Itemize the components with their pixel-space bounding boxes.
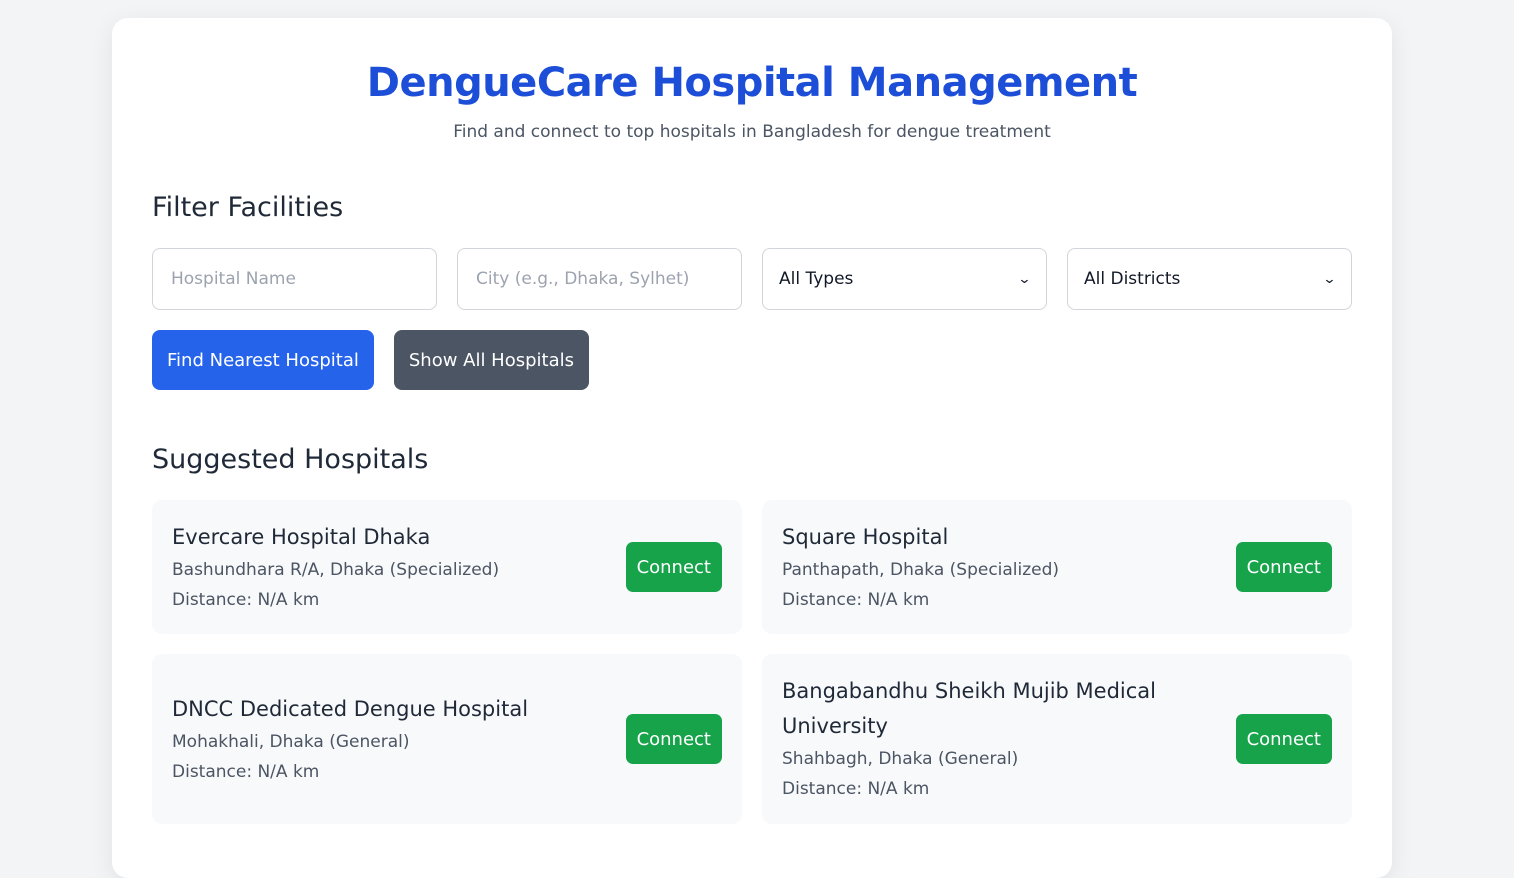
suggested-section-title: Suggested Hospitals: [152, 444, 429, 475]
hospital-name-input[interactable]: [169, 268, 420, 290]
hospital-location: Panthapath, Dhaka (Specialized): [782, 559, 1060, 580]
filter-bar: All Types ⌄ All Districts ⌄: [152, 248, 1352, 310]
hospital-info: DNCC Dedicated Dengue Hospital Mohakhali…: [172, 692, 528, 787]
hospital-info: Bangabandhu Sheikh Mujib Medical Univers…: [782, 674, 1202, 804]
hospital-name: Bangabandhu Sheikh Mujib Medical Univers…: [782, 679, 1157, 738]
page-subtitle: Find and connect to top hospitals in Ban…: [453, 122, 1051, 142]
hospital-card: Bangabandhu Sheikh Mujib Medical Univers…: [762, 654, 1352, 824]
hospital-info: Square Hospital Panthapath, Dhaka (Speci…: [782, 520, 1059, 615]
filter-actions: Find Nearest Hospital Show All Hospitals: [152, 330, 590, 390]
hospital-card: DNCC Dedicated Dengue Hospital Mohakhali…: [152, 654, 742, 824]
hospital-name: Evercare Hospital Dhaka: [172, 524, 431, 549]
connect-button[interactable]: Connect: [1235, 714, 1332, 764]
hospital-location: Shahbagh, Dhaka (General): [782, 749, 1019, 769]
chevron-down-icon: ⌄: [1322, 271, 1337, 287]
hospital-distance: Distance: N/A km: [782, 589, 930, 610]
city-field[interactable]: [457, 248, 742, 310]
hospital-distance: Distance: N/A km: [172, 761, 320, 782]
district-select[interactable]: All Districts ⌄: [1067, 248, 1352, 310]
district-select-value: All Districts: [1084, 269, 1181, 289]
page-title: DengueCare Hospital Management: [366, 60, 1138, 106]
show-all-hospitals-button[interactable]: Show All Hospitals: [393, 330, 590, 390]
hospital-distance: Distance: N/A km: [782, 779, 930, 799]
connect-button[interactable]: Connect: [625, 542, 722, 592]
hospital-card: Square Hospital Panthapath, Dhaka (Speci…: [762, 500, 1352, 634]
connect-button[interactable]: Connect: [625, 714, 722, 764]
hospital-name: Square Hospital: [782, 524, 949, 549]
type-select-value: All Types: [779, 269, 854, 289]
city-input[interactable]: [474, 268, 725, 290]
find-nearest-hospital-button[interactable]: Find Nearest Hospital: [152, 330, 374, 390]
hospital-location: Bashundhara R/A, Dhaka (Specialized): [172, 559, 500, 580]
hospital-location: Mohakhali, Dhaka (General): [172, 731, 410, 752]
hospital-name-field[interactable]: [152, 248, 437, 310]
chevron-down-icon: ⌄: [1017, 271, 1032, 287]
main-card: DengueCare Hospital Management Find and …: [112, 18, 1392, 878]
hospital-name: DNCC Dedicated Dengue Hospital: [172, 696, 529, 721]
filter-section-title: Filter Facilities: [152, 192, 344, 223]
hospital-info: Evercare Hospital Dhaka Bashundhara R/A,…: [172, 520, 499, 615]
hospital-card: Evercare Hospital Dhaka Bashundhara R/A,…: [152, 500, 742, 634]
connect-button[interactable]: Connect: [1235, 542, 1332, 592]
type-select[interactable]: All Types ⌄: [762, 248, 1047, 310]
hospital-distance: Distance: N/A km: [172, 589, 320, 610]
hospital-list: Evercare Hospital Dhaka Bashundhara R/A,…: [152, 500, 1352, 824]
